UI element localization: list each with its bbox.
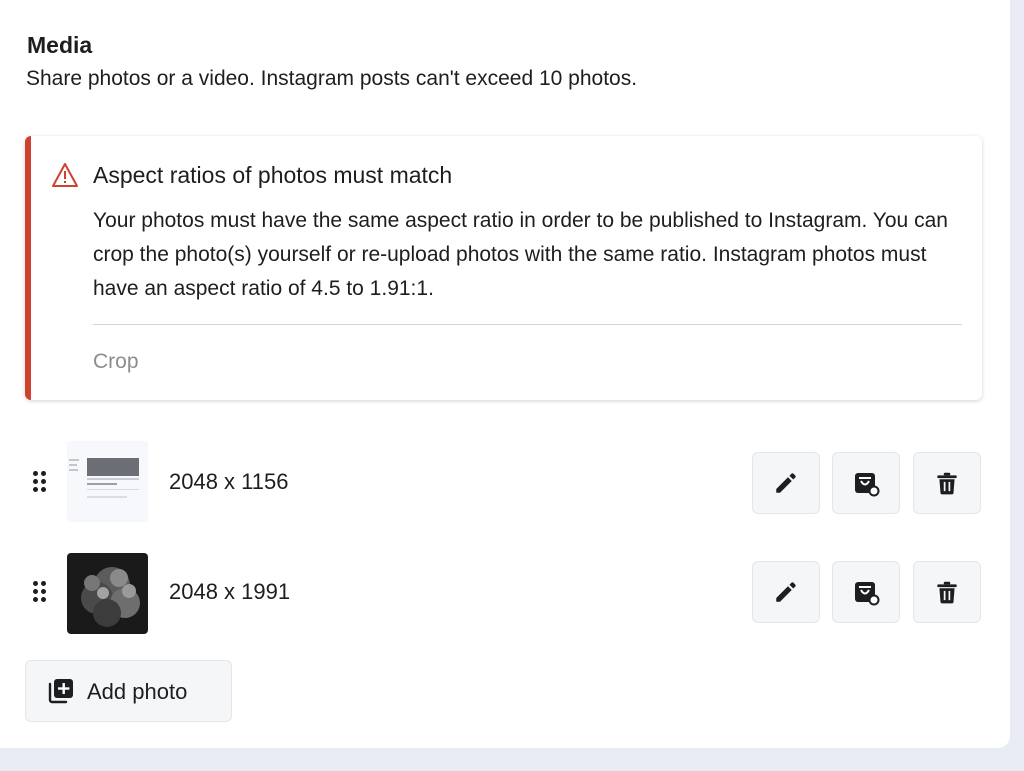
photo-row: 2048 x 1991 — [0, 551, 1010, 634]
drag-handle-icon[interactable] — [33, 471, 47, 493]
aspect-ratio-alert: Aspect ratios of photos must match Your … — [25, 136, 982, 400]
alert-body: Your photos must have the same aspect ra… — [93, 209, 948, 300]
tag-products-button[interactable] — [832, 452, 900, 514]
tag-products-button[interactable] — [832, 561, 900, 623]
media-card: Media Share photos or a video. Instagram… — [0, 0, 1010, 748]
alert-divider — [93, 324, 962, 325]
section-subtitle: Share photos or a video. Instagram posts… — [26, 67, 638, 90]
delete-photo-button[interactable] — [913, 452, 981, 514]
trash-icon — [937, 472, 957, 495]
photo-dimensions: 2048 x 1991 — [169, 579, 291, 604]
pencil-icon — [776, 473, 796, 493]
add-photo-label: Add photo — [87, 679, 188, 704]
pencil-icon — [776, 582, 796, 602]
add-photo-button[interactable]: Add photo — [25, 660, 232, 722]
photo-row: 2048 x 1156 — [0, 441, 1010, 523]
warning-triangle-icon — [52, 163, 78, 187]
product-tag-icon — [855, 582, 880, 606]
crop-link[interactable]: Crop — [93, 350, 139, 374]
trash-icon — [937, 581, 957, 604]
edit-photo-button[interactable] — [752, 452, 820, 514]
section-title: Media — [27, 32, 93, 58]
photo-dimensions: 2048 x 1156 — [169, 469, 289, 494]
delete-photo-button[interactable] — [913, 561, 981, 623]
alert-accent-bar — [25, 136, 31, 400]
drag-handle-icon[interactable] — [33, 581, 47, 603]
alert-title: Aspect ratios of photos must match — [93, 162, 453, 188]
edit-photo-button[interactable] — [752, 561, 820, 623]
screenshot-thumbnail — [67, 441, 148, 522]
add-photo-icon — [48, 679, 73, 704]
smoke-photo-thumbnail — [67, 553, 148, 634]
product-tag-icon — [855, 473, 880, 497]
